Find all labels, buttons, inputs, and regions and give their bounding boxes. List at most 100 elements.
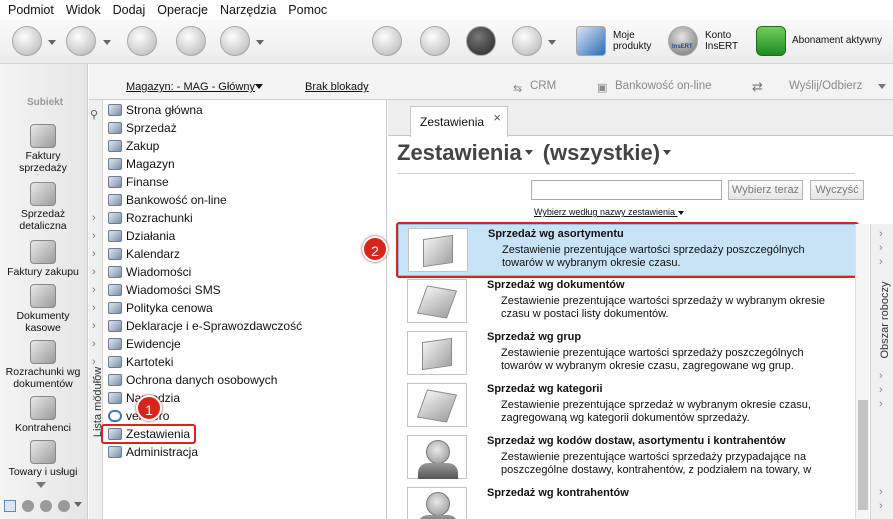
module-item-kalendarz[interactable]: › Kalendarz xyxy=(92,245,384,263)
globe-icon[interactable] xyxy=(420,26,450,56)
report-row[interactable]: Sprzedaż wg kodów dostaw, asortymentu i … xyxy=(398,432,856,484)
subscription-label[interactable]: Abonament aktywny xyxy=(792,35,882,46)
module-item-zakup[interactable]: Zakup xyxy=(104,137,384,155)
chevron-right-icon[interactable]: › xyxy=(879,242,883,254)
module-item-administracja[interactable]: Administracja xyxy=(104,443,384,461)
chevron-right-icon[interactable]: › xyxy=(879,228,883,240)
module-dokumenty-kasowe[interactable]: Dokumenty kasowe xyxy=(0,284,86,334)
small-module-icon[interactable] xyxy=(22,500,34,512)
report-row[interactable]: Sprzedaż wg grup Zestawienie prezentując… xyxy=(398,328,856,380)
receive-icon[interactable] xyxy=(66,26,96,56)
module-item-ewidencje[interactable]: › Ewidencje xyxy=(92,335,384,353)
search-input[interactable] xyxy=(531,180,722,200)
clear-button[interactable]: Wyczyść xyxy=(810,180,864,200)
report-row[interactable]: Sprzedaż wg kategorii Zestawienie prezen… xyxy=(398,380,856,432)
module-item-finanse[interactable]: Finanse xyxy=(104,173,384,191)
module-faktury-zakupu[interactable]: Faktury zakupu xyxy=(0,240,86,278)
module-item-bankowosc[interactable]: Bankowość on-line xyxy=(104,191,384,209)
loading-icon[interactable] xyxy=(372,26,402,56)
chevron-right-icon[interactable]: › xyxy=(879,384,883,396)
menu-podmiot[interactable]: Podmiot xyxy=(8,3,54,17)
module-item-strona-glowna[interactable]: Strona główna xyxy=(104,101,384,119)
chevron-right-icon[interactable]: › xyxy=(92,353,96,371)
help-icon[interactable] xyxy=(220,26,250,56)
small-module-icon[interactable] xyxy=(40,500,52,512)
module-item-deklaracje[interactable]: › Deklaracje i e-Sprawozdawczość xyxy=(92,317,384,335)
chevron-right-icon[interactable]: › xyxy=(879,486,883,498)
chevron-down-icon[interactable] xyxy=(48,40,56,45)
module-item-sprzedaz[interactable]: Sprzedaż xyxy=(104,119,384,137)
chevron-right-icon[interactable]: › xyxy=(879,398,883,410)
chevron-down-icon[interactable] xyxy=(663,149,672,155)
small-module-icon[interactable] xyxy=(58,500,70,512)
chevron-down-icon[interactable] xyxy=(256,40,264,45)
coins-icon[interactable] xyxy=(127,26,157,56)
chevron-right-icon[interactable]: › xyxy=(92,389,96,407)
chevron-down-icon[interactable] xyxy=(103,40,111,45)
chevron-down-icon[interactable] xyxy=(36,482,46,488)
module-item-magazyn[interactable]: Magazyn xyxy=(104,155,384,173)
module-item-wiadomosci[interactable]: › Wiadomości xyxy=(92,263,384,281)
chevron-right-icon[interactable]: › xyxy=(92,371,96,389)
chevron-right-icon[interactable]: › xyxy=(92,335,96,353)
account-icon[interactable] xyxy=(668,26,698,56)
chevron-down-icon[interactable] xyxy=(74,502,82,507)
chevron-down-icon[interactable] xyxy=(524,149,533,155)
chevron-right-icon[interactable]: › xyxy=(92,227,96,245)
chevron-right-icon[interactable]: › xyxy=(879,500,883,512)
report-row[interactable]: Sprzedaż wg kontrahentów xyxy=(398,484,856,519)
scrollbar[interactable] xyxy=(855,224,869,519)
chevron-right-icon[interactable]: › xyxy=(92,245,96,263)
chevron-right-icon[interactable]: › xyxy=(879,256,883,268)
menu-narzedzia[interactable]: Narzędzia xyxy=(220,3,276,17)
cloud-icon[interactable] xyxy=(512,26,542,56)
cube-icon[interactable] xyxy=(466,26,496,56)
chevron-right-icon[interactable]: › xyxy=(92,281,96,299)
module-item-ochrona-danych[interactable]: › Ochrona danych osobowych xyxy=(92,371,384,389)
module-item-wiadomosci-sms[interactable]: › Wiadomości SMS xyxy=(92,281,384,299)
chevron-right-icon[interactable]: › xyxy=(879,370,883,382)
choose-now-button[interactable]: Wybierz teraz xyxy=(728,180,803,200)
close-icon[interactable]: × xyxy=(493,110,501,125)
chevron-down-icon[interactable] xyxy=(255,84,263,89)
module-item-rozrachunki[interactable]: › Rozrachunki xyxy=(92,209,384,227)
chevron-right-icon[interactable]: › xyxy=(92,209,96,227)
lock-status[interactable]: Brak blokady xyxy=(305,81,369,93)
small-module-icon[interactable] xyxy=(4,500,16,512)
work-area-tab[interactable]: › › › Obszar roboczy › › › › › xyxy=(870,224,893,519)
menu-dodaj[interactable]: Dodaj xyxy=(113,3,146,17)
menu-widok[interactable]: Widok xyxy=(66,3,101,17)
menu-pomoc[interactable]: Pomoc xyxy=(288,3,327,17)
page-title[interactable]: Zestawienia xyxy=(397,140,522,166)
account-label[interactable]: Konto InsERT xyxy=(705,30,738,52)
send-receive-button[interactable]: Wyślij/Odbierz xyxy=(789,80,862,92)
documents-icon[interactable] xyxy=(176,26,206,56)
tab-zestawienia[interactable]: Zestawienia × xyxy=(410,106,508,137)
crm-button[interactable]: CRM xyxy=(530,80,556,92)
shield-icon[interactable] xyxy=(756,26,786,56)
scrollbar-thumb[interactable] xyxy=(858,400,868,510)
products-icon[interactable] xyxy=(576,26,606,56)
bank-button[interactable]: Bankowość on-line xyxy=(615,80,712,92)
module-kontrahenci[interactable]: Kontrahenci xyxy=(0,396,86,434)
chevron-down-icon[interactable] xyxy=(878,84,886,89)
menu-operacje[interactable]: Operacje xyxy=(157,3,208,17)
module-item-polityka-cenowa[interactable]: › Polityka cenowa xyxy=(92,299,384,317)
report-row[interactable]: Sprzedaż wg dokumentów Zestawienie preze… xyxy=(398,276,856,328)
module-item-dzialania[interactable]: › Działania xyxy=(92,227,384,245)
chevron-right-icon[interactable]: › xyxy=(92,299,96,317)
filter-selector[interactable]: (wszystkie) xyxy=(543,140,660,166)
module-faktury-sprzedazy[interactable]: Faktury sprzedaży xyxy=(0,124,86,174)
sort-selector[interactable]: Wybierz według nazwy zestawienia xyxy=(534,207,684,217)
module-item-kartoteki[interactable]: › Kartoteki xyxy=(92,353,384,371)
chevron-right-icon[interactable]: › xyxy=(92,263,96,281)
chevron-down-icon[interactable] xyxy=(548,40,556,45)
chevron-right-icon[interactable]: › xyxy=(92,317,96,335)
warehouse-selector[interactable]: Magazyn: - MAG - Główny xyxy=(126,81,255,93)
module-rozrachunki[interactable]: Rozrachunki wg dokumentów xyxy=(0,340,86,390)
my-products-label[interactable]: Moje produkty xyxy=(613,30,651,52)
pin-icon[interactable]: ⚲ xyxy=(90,108,98,121)
send-icon[interactable] xyxy=(12,26,42,56)
module-sprzedaz-detaliczna[interactable]: Sprzedaż detaliczna xyxy=(0,182,86,232)
module-towary-i-uslugi[interactable]: Towary i usługi xyxy=(0,440,86,478)
